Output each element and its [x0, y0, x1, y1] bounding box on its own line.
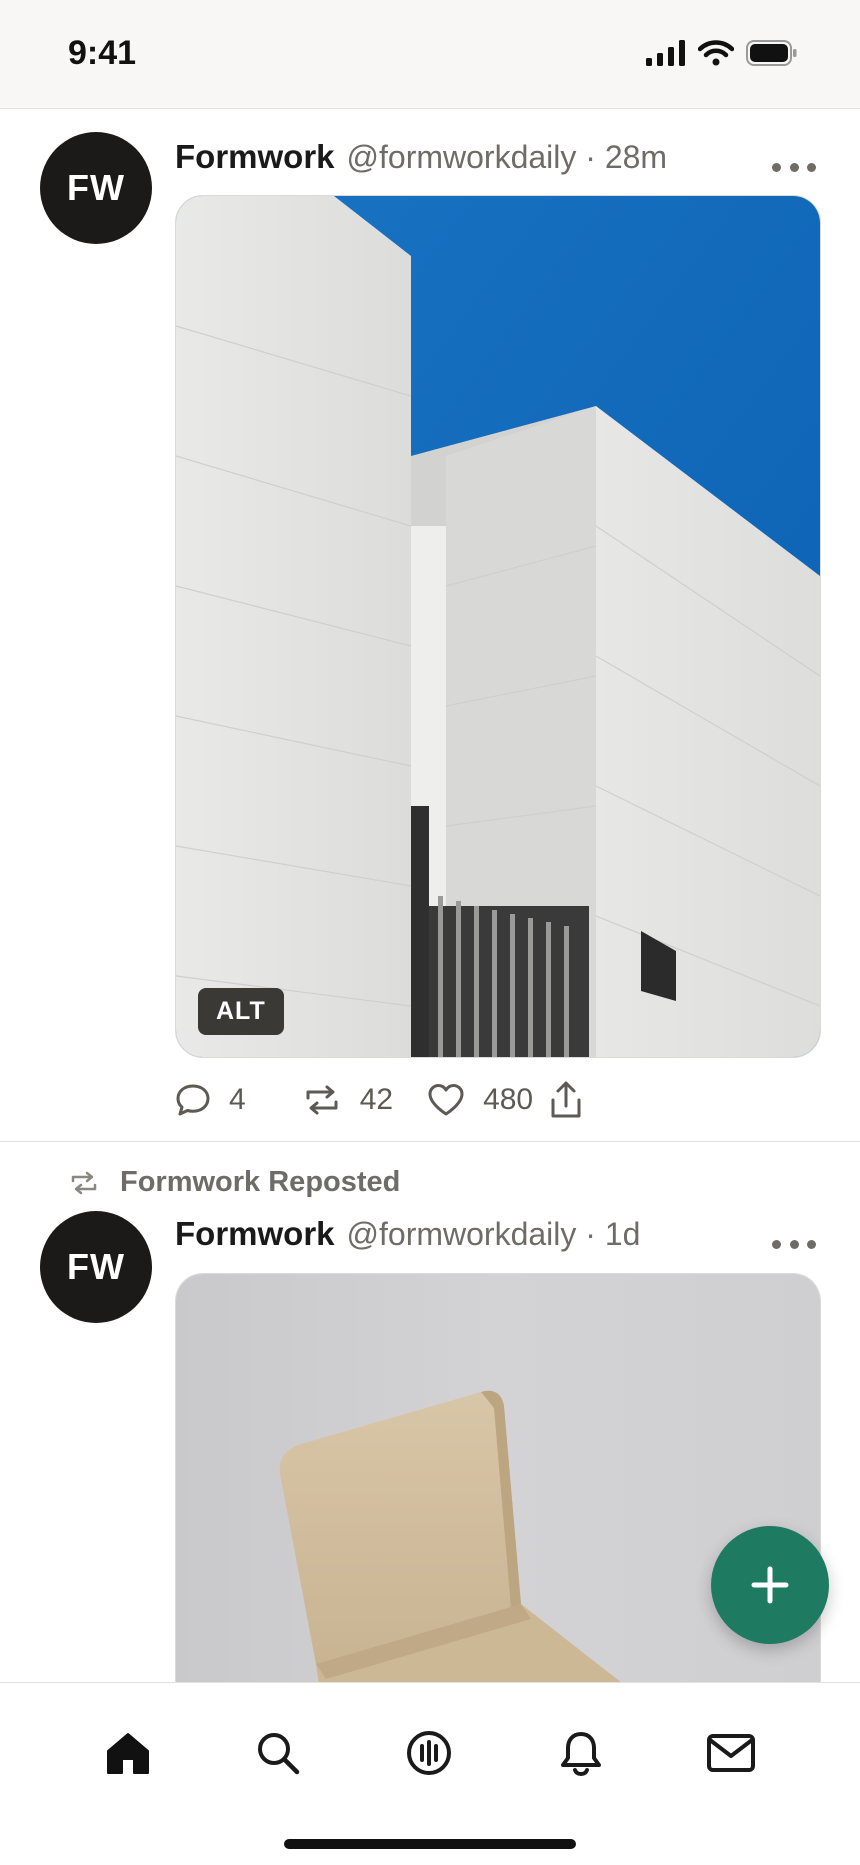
dot — [772, 1239, 781, 1249]
mail-icon — [707, 1734, 755, 1772]
post-divider — [0, 1141, 860, 1142]
tab-home[interactable] — [98, 1723, 158, 1783]
home-indicator[interactable] — [284, 1839, 576, 1849]
dot — [807, 162, 816, 172]
handle-time: @formworkdaily · 28m — [346, 139, 668, 175]
dot — [789, 1239, 799, 1249]
repost-count: 42 — [359, 1083, 394, 1116]
more-options-button[interactable] — [772, 152, 816, 182]
alt-text-badge[interactable]: ALT — [198, 988, 284, 1035]
post-header: Formwork @formworkdaily · 28m — [175, 138, 667, 176]
repost-icon — [306, 1085, 338, 1115]
status-time: 9:41 — [68, 34, 137, 72]
plus-icon — [751, 1566, 789, 1604]
post-image-architecture[interactable]: ALT — [175, 195, 821, 1058]
status-icons — [646, 40, 798, 66]
search-icon — [258, 1733, 300, 1775]
like-button[interactable]: 480 — [427, 1082, 533, 1118]
handle-time: @formworkdaily · 1d — [346, 1216, 641, 1252]
post-header: Formwork @formworkdaily · 1d — [175, 1215, 640, 1253]
dot — [789, 162, 799, 172]
architecture-photo — [176, 196, 820, 1057]
tab-messages[interactable] — [701, 1723, 761, 1783]
reply-icon — [176, 1084, 210, 1116]
reply-count: 4 — [229, 1083, 246, 1116]
avatar[interactable]: FW — [40, 132, 152, 244]
heart-icon — [428, 1084, 464, 1116]
post-actions: 4 42 480 — [175, 1078, 583, 1122]
wifi-icon — [698, 40, 734, 66]
tab-search[interactable] — [248, 1723, 308, 1783]
display-name[interactable]: Formwork — [175, 138, 335, 176]
status-bar: 9:41 — [0, 0, 860, 109]
repost-button[interactable]: 42 — [302, 1082, 393, 1118]
home-icon — [107, 1733, 149, 1774]
chair-photo — [176, 1274, 820, 1734]
bell-icon — [561, 1732, 601, 1777]
display-name[interactable]: Formwork — [175, 1215, 335, 1253]
dot — [807, 1239, 816, 1249]
tab-feeds[interactable] — [399, 1723, 459, 1783]
battery-icon — [746, 40, 797, 66]
avatar[interactable]: FW — [40, 1211, 152, 1323]
share-button[interactable] — [549, 1080, 583, 1120]
more-options-button[interactable] — [772, 1229, 816, 1259]
reply-button[interactable]: 4 — [175, 1082, 246, 1118]
bottom-tab-bar — [0, 1682, 860, 1865]
post-image-chair[interactable] — [175, 1273, 821, 1734]
tab-notifications[interactable] — [551, 1723, 611, 1783]
feeds-icon — [407, 1731, 451, 1775]
like-count: 480 — [483, 1083, 534, 1116]
share-icon — [551, 1081, 581, 1118]
compose-button[interactable] — [711, 1526, 829, 1644]
signal-icon — [646, 40, 685, 66]
dot — [772, 162, 781, 172]
